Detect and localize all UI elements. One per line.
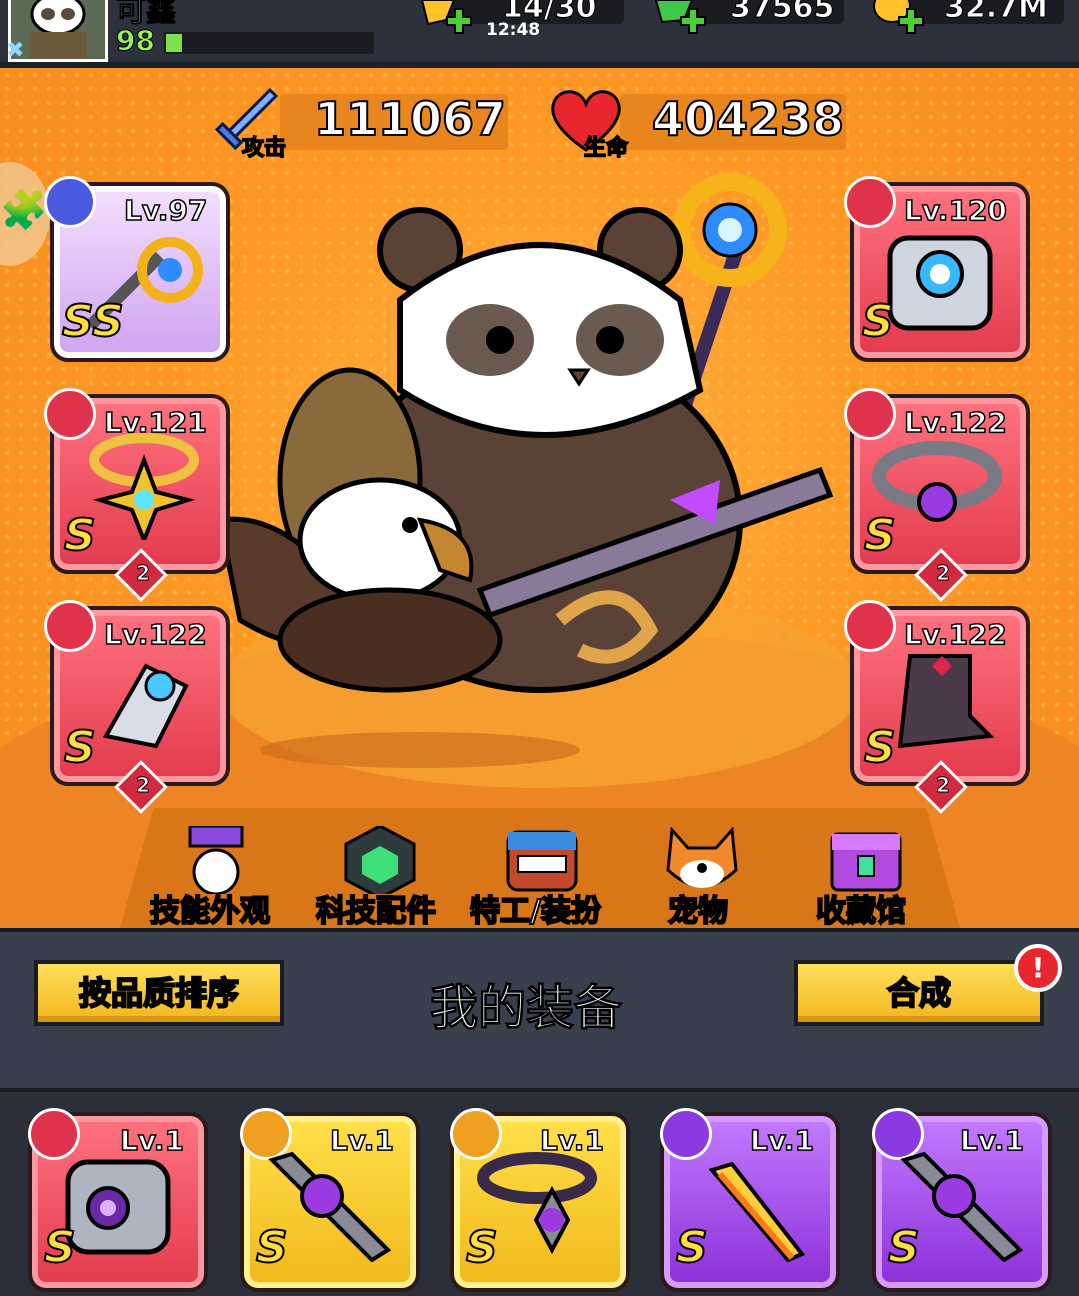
puzzle-icon: 🧩: [0, 188, 48, 232]
weapon-grade: SS: [61, 295, 125, 348]
boots-grade: S: [863, 721, 897, 774]
sort-by-quality-button[interactable]: 按品质排序: [34, 960, 284, 1026]
xp-bar-fill: [166, 34, 182, 52]
gloves-level: Lv.122: [103, 617, 207, 652]
armor-item-icon: [887, 235, 993, 331]
armor-level: Lv.120: [903, 193, 1007, 228]
boots-type-icon: [844, 600, 896, 652]
menu-agent-costume[interactable]: 特工/装扮: [466, 826, 616, 930]
belt-type-icon: [844, 388, 896, 440]
inventory-item-4-grade: S: [675, 1221, 709, 1274]
energy-timer: 12:48: [486, 20, 541, 40]
add-gems-icon[interactable]: [680, 8, 706, 34]
inventory-item-3-level: Lv.1: [539, 1123, 604, 1158]
boots-item-icon: [897, 654, 995, 749]
inventory-item-4-level: Lv.1: [749, 1123, 814, 1158]
inventory-item-1-grade: S: [43, 1221, 77, 1274]
gloves-grade: S: [63, 721, 97, 774]
panda-avatar-icon: [29, 0, 87, 59]
xp-bar: [164, 32, 374, 54]
belt-grade: S: [863, 509, 897, 562]
treasure-chest-icon: [830, 832, 902, 892]
inventory-item-2-level: Lv.1: [329, 1123, 394, 1158]
necklace-level: Lv.121: [103, 405, 207, 440]
panel-title: 我的装备: [429, 980, 623, 1037]
inventory-item-3-grade: S: [465, 1221, 499, 1274]
avatar-badge-icon: ✖: [6, 38, 25, 63]
belt-level: Lv.122: [903, 405, 1007, 440]
attack-value: 111067: [313, 91, 507, 147]
inventory-item-5-level: Lv.1: [959, 1123, 1024, 1158]
add-coins-icon[interactable]: [898, 8, 924, 34]
hp-value: 404238: [651, 91, 845, 147]
menu-tech-parts[interactable]: 科技配件: [310, 826, 450, 930]
shiba-icon: [666, 826, 738, 888]
armor-grade: S: [861, 295, 895, 348]
player-level: 98: [116, 24, 156, 58]
armor-item-icon: [65, 1159, 171, 1255]
menu-collection[interactable]: 收藏馆: [810, 826, 930, 930]
inventory-item-1-level: Lv.1: [119, 1123, 184, 1158]
menu-skill-skins[interactable]: 技能外观: [146, 826, 286, 930]
agent-head-icon: [506, 830, 578, 892]
gems-value: 37565: [729, 0, 835, 26]
inventory-item-5-grade: S: [887, 1221, 921, 1274]
add-energy-icon[interactable]: [446, 8, 472, 34]
panda-character: [217, 173, 834, 768]
hexagon-chip-icon: [344, 826, 416, 894]
boots-level: Lv.122: [903, 617, 1007, 652]
inventory-item-2-grade: S: [255, 1221, 289, 1274]
coins-value: 32.7M: [944, 0, 1049, 26]
gloves-type-icon: [44, 600, 96, 652]
necklace-grade: S: [63, 509, 97, 562]
merge-alert-badge: !: [1014, 944, 1062, 992]
necklace-item-icon: [89, 433, 199, 540]
weapon-type-icon: [44, 176, 96, 228]
soccer-hat-icon: [188, 826, 244, 894]
merge-button[interactable]: 合成: [794, 960, 1044, 1026]
menu-pets[interactable]: 宠物: [656, 826, 746, 930]
weapon-level: Lv.97: [123, 193, 208, 228]
gloves-item-icon: [102, 663, 189, 749]
